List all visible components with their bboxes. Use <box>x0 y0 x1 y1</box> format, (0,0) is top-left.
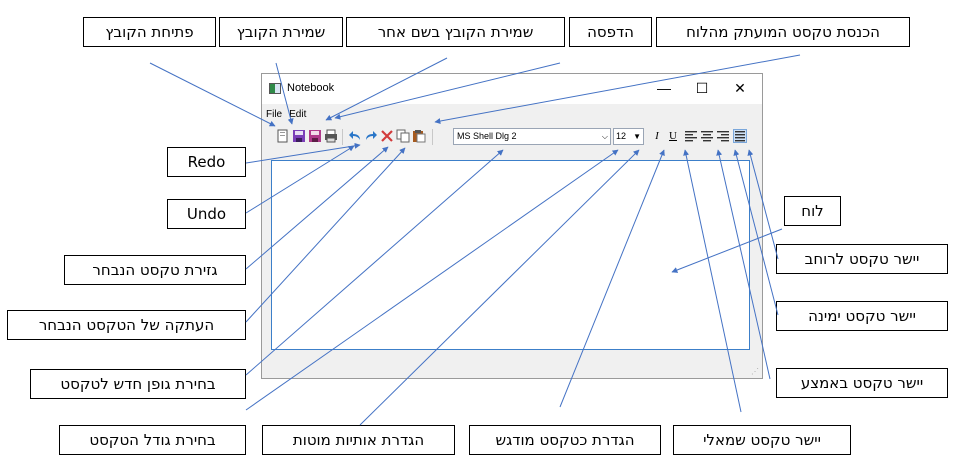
callout-align-center: יישר טקסט באמצע <box>776 368 948 398</box>
menu-bar: File Edit <box>266 109 306 123</box>
menu-edit[interactable]: Edit <box>289 109 306 123</box>
cut-icon[interactable] <box>380 129 394 143</box>
close-button[interactable]: ✕ <box>720 78 760 98</box>
menu-file[interactable]: File <box>266 109 282 123</box>
callout-open-file: פתיחת הקובץ <box>83 17 216 47</box>
app-icon <box>269 83 281 94</box>
callout-board: לוח <box>784 196 841 226</box>
save-as-icon[interactable] <box>308 129 322 143</box>
callout-paste: הכנסת טקסט המועתק מהלוח <box>656 17 910 47</box>
callout-align-right: יישר טקסט ימינה <box>776 301 948 331</box>
callout-italic: הגדרת אותיות מוטות <box>262 425 455 455</box>
align-left-icon[interactable] <box>684 129 698 143</box>
toolbar-separator <box>432 129 433 145</box>
toolbar: MS Shell Dlg 2 ⌵ 12 ▼ I U <box>262 126 762 148</box>
save-file-icon[interactable] <box>292 129 306 143</box>
dropdown-arrow-icon: ▼ <box>633 132 641 141</box>
resize-grip-icon[interactable]: ⋰ <box>751 367 759 376</box>
justify-icon[interactable] <box>733 129 747 143</box>
copy-icon[interactable] <box>396 129 410 143</box>
callout-font-size: בחירת גודל הטקסט <box>59 425 246 455</box>
chevron-down-icon: ⌵ <box>601 132 608 141</box>
callout-justify: יישר טקסט לרוחב <box>776 244 948 274</box>
minimize-button[interactable]: — <box>644 78 684 98</box>
underline-button[interactable]: U <box>666 129 680 143</box>
maximize-button[interactable]: ☐ <box>682 78 722 98</box>
callout-copy: העתקה של הטקסט הנבחר <box>7 310 246 340</box>
callout-save-file: שמירת הקובץ <box>219 17 343 47</box>
undo-icon[interactable] <box>348 129 362 143</box>
toolbar-separator <box>342 129 343 145</box>
callout-undo: Undo <box>167 199 246 229</box>
font-size-value: 12 <box>616 131 627 141</box>
callout-redo: Redo <box>167 147 246 177</box>
callout-print: הדפסה <box>569 17 652 47</box>
align-center-icon[interactable] <box>700 129 714 143</box>
font-select-value: MS Shell Dlg 2 <box>457 131 517 141</box>
callout-save-as: שמירת הקובץ בשם אחר <box>346 17 565 47</box>
callout-align-left: יישר טקסט שמאלי <box>673 425 851 455</box>
callout-cut: גזירת טקסט הנבחר <box>64 255 246 285</box>
text-editor-board[interactable] <box>271 160 750 350</box>
print-icon[interactable] <box>324 129 338 143</box>
italic-button[interactable]: I <box>650 129 664 143</box>
font-size-select[interactable]: 12 ▼ <box>613 128 644 145</box>
font-select[interactable]: MS Shell Dlg 2 ⌵ <box>453 128 611 145</box>
callout-bold: הגדרת כטקסט מודגש <box>469 425 661 455</box>
notebook-window: Notebook — ☐ ✕ File Edit MS Shell Dlg 2 … <box>261 73 763 379</box>
align-right-icon[interactable] <box>716 129 730 143</box>
window-title: Notebook <box>287 82 335 94</box>
open-file-icon[interactable] <box>276 129 290 143</box>
paste-icon[interactable] <box>412 129 426 143</box>
redo-icon[interactable] <box>364 129 378 143</box>
callout-font: בחירת גופן חדש לטקסט <box>30 369 246 399</box>
title-bar: Notebook — ☐ ✕ <box>262 74 762 104</box>
